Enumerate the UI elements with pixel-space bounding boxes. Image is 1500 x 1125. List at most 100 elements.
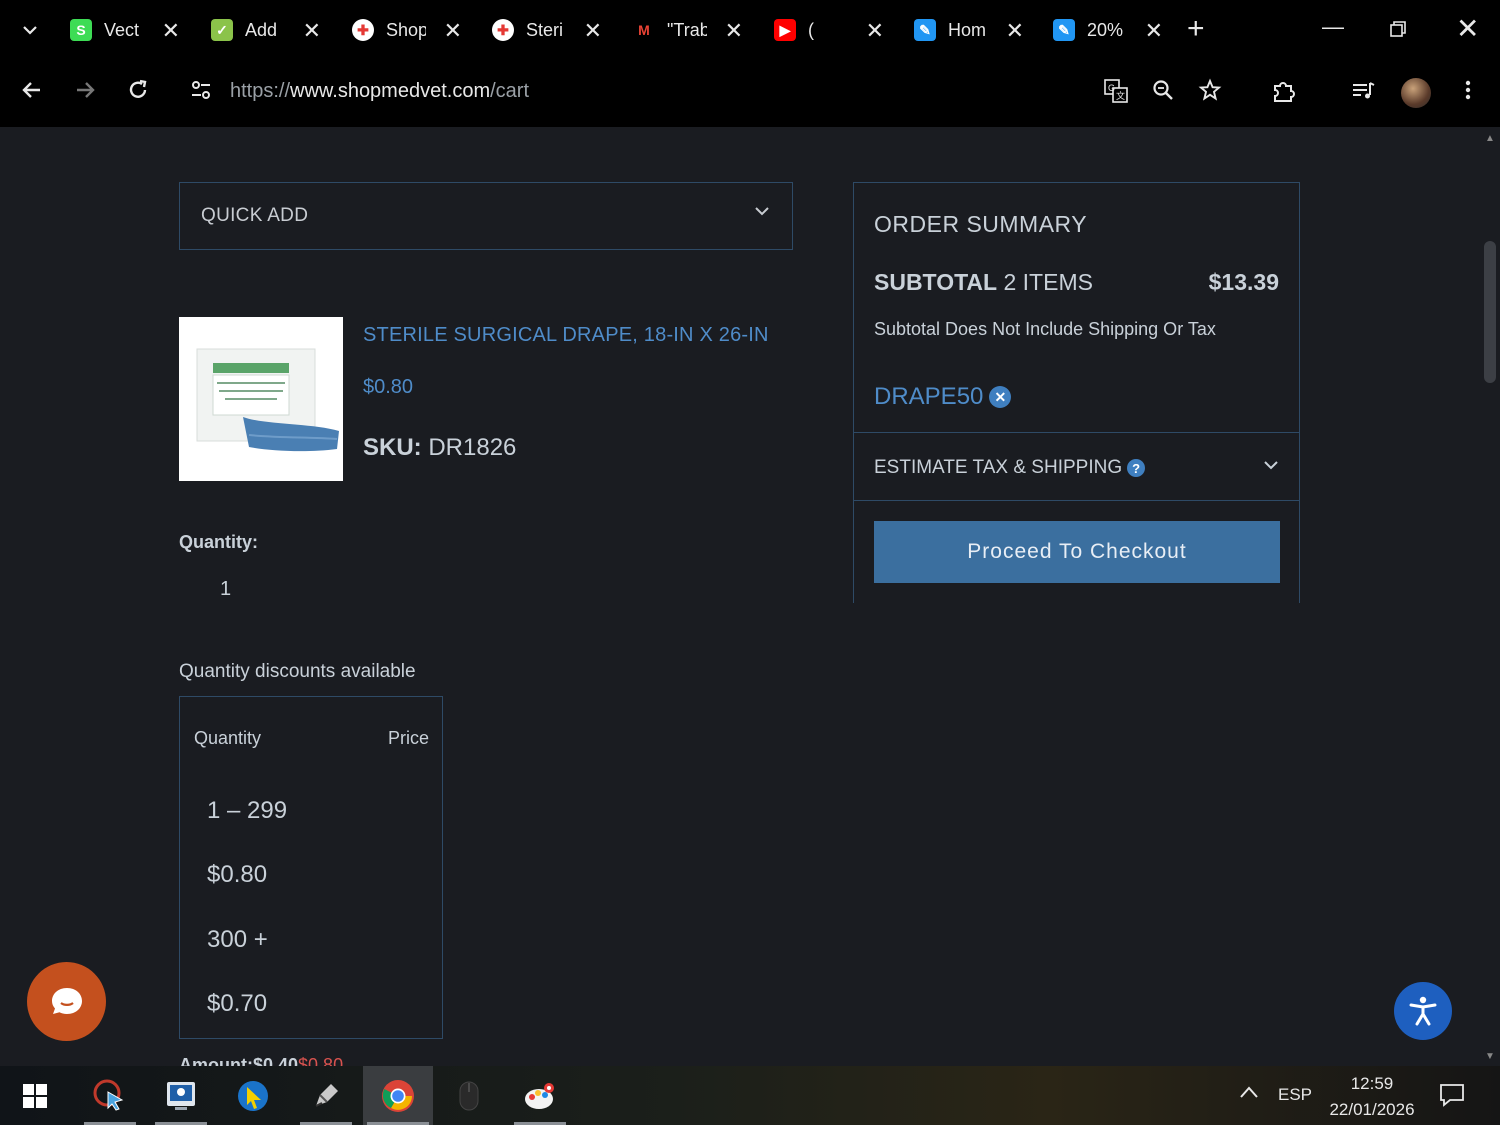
cursor-app-icon[interactable]: [80, 1066, 140, 1125]
tab-close-icon[interactable]: ✕: [584, 18, 602, 44]
pointer-app-icon[interactable]: [223, 1066, 283, 1125]
extensions-puzzle-icon[interactable]: [1271, 78, 1297, 111]
product-price: $0.80: [363, 376, 414, 398]
minimize-icon[interactable]: —: [1322, 14, 1344, 40]
order-summary-panel: ORDER SUMMARY SUBTOTAL 2 ITEMS $13.39 Su…: [853, 182, 1300, 603]
tab-close-icon[interactable]: ✕: [303, 18, 321, 44]
quick-add-dropdown[interactable]: QUICK ADD: [179, 182, 793, 250]
order-summary-title: ORDER SUMMARY: [874, 211, 1088, 237]
paint-app-icon[interactable]: [510, 1066, 570, 1125]
sku-value: DR1826: [428, 434, 517, 461]
close-window-icon[interactable]: ✕: [1456, 12, 1479, 45]
tab-close-icon[interactable]: ✕: [1145, 18, 1163, 44]
scrollbar-thumb[interactable]: [1484, 241, 1496, 383]
tab-title: (: [808, 19, 814, 40]
chat-bubble-icon[interactable]: [27, 962, 106, 1041]
tab-favicon-icon: M: [638, 22, 650, 38]
chevron-down-icon: [754, 203, 770, 221]
chrome-icon[interactable]: [363, 1066, 433, 1125]
tab-favicon-icon: S: [70, 19, 92, 41]
tab-close-icon[interactable]: ✕: [725, 18, 743, 44]
address-bar-url[interactable]: https://www.shopmedvet.com/cart: [230, 80, 529, 103]
cart-page: QUICK ADD STERILE SURGICAL DRAPE, 18-IN …: [0, 127, 1482, 1066]
taskbar-clock[interactable]: 12:59 22/01/2026: [1324, 1071, 1420, 1123]
sku-label: SKU:: [363, 434, 422, 461]
clock-time: 12:59: [1350, 1074, 1394, 1093]
browser-tab-strip: S Vect ✕ ✓ Add ✕ ✚ Shop ✕ ✚ Steri ✕ M "Trab ✕ ▶(✕ ✎ Hom ✕ ✎…: [0, 0, 1500, 60]
quantity-discounts-label: Quantity discounts available: [179, 661, 416, 682]
help-icon[interactable]: ?: [1127, 459, 1146, 477]
tab-favicon-icon: ✚: [352, 19, 374, 41]
browser-tab[interactable]: S Vect ✕: [70, 12, 180, 48]
tab-favicon-icon: ✚: [492, 19, 514, 41]
product-title-link[interactable]: STERILE SURGICAL DRAPE, 18-IN X 26-IN: [363, 324, 769, 347]
media-queue-icon[interactable]: [1350, 78, 1376, 111]
page-scrollbar[interactable]: ▲ ▼: [1482, 127, 1500, 1066]
browser-tab[interactable]: ✎ 20% ✕: [1053, 12, 1163, 48]
windows-taskbar: [0, 1066, 1500, 1125]
pen-tool-icon[interactable]: [296, 1066, 356, 1125]
browser-tab[interactable]: ✎ Hom ✕: [914, 12, 1024, 48]
tab-close-icon[interactable]: ✕: [444, 18, 462, 44]
quantity-discount-table: Quantity Price 1 – 299 $0.80 300 + $0.70: [179, 696, 443, 1039]
browser-tab[interactable]: ✚ Shop ✕: [352, 12, 462, 48]
svg-text:G: G: [1108, 83, 1115, 93]
table-cell: 300 +: [207, 926, 268, 953]
tab-close-icon[interactable]: ✕: [162, 18, 180, 44]
estimate-tax-shipping-toggle[interactable]: ESTIMATE TAX & SHIPPING?: [854, 433, 1299, 501]
back-arrow-icon[interactable]: [20, 78, 44, 107]
url-scheme: https://: [230, 80, 291, 102]
windows-start-icon[interactable]: [5, 1066, 65, 1125]
product-image[interactable]: [179, 317, 343, 481]
zoom-icon[interactable]: [1151, 78, 1175, 109]
url-host: www.shopmedvet.com: [290, 80, 491, 102]
tab-title: Steri: [526, 19, 564, 40]
quantity-label: Quantity:: [179, 532, 258, 552]
forward-arrow-icon[interactable]: [73, 78, 97, 107]
browser-tab[interactable]: ▶ ( ✕: [774, 12, 884, 48]
chevron-down-icon: [1263, 457, 1279, 475]
browser-tab[interactable]: ✓ Add ✕: [211, 12, 321, 48]
table-header-price: Price: [387, 728, 429, 748]
notifications-icon[interactable]: [1438, 1082, 1466, 1113]
amount-original: $0.80: [298, 1055, 344, 1066]
tab-close-icon[interactable]: ✕: [866, 18, 884, 44]
tab-title: 20%: [1087, 19, 1124, 40]
tray-chevron-up-icon[interactable]: [1239, 1084, 1259, 1104]
applied-coupon: DRAPE50 ✕: [874, 383, 1012, 411]
kebab-menu-icon[interactable]: [1458, 78, 1478, 109]
tab-favicon-icon: ✓: [211, 19, 233, 41]
scroll-up-arrow-icon[interactable]: ▲: [1485, 133, 1495, 144]
mouse-app-icon[interactable]: [439, 1066, 499, 1125]
accessibility-icon[interactable]: [1394, 982, 1452, 1040]
tab-favicon-icon: ▶: [774, 19, 796, 41]
coupon-code: DRAPE50: [874, 383, 984, 410]
url-path: /cart: [490, 80, 530, 102]
restore-icon[interactable]: [1389, 18, 1407, 44]
table-cell: $0.70: [207, 990, 268, 1017]
tab-title: Shop: [386, 19, 426, 40]
tab-title: Add: [245, 19, 278, 40]
remove-coupon-icon[interactable]: ✕: [989, 386, 1012, 408]
quick-add-label: QUICK ADD: [201, 205, 309, 226]
quantity-value[interactable]: 1: [220, 578, 231, 601]
new-tab-plus-icon[interactable]: +: [1187, 14, 1205, 44]
bookmark-star-icon[interactable]: [1198, 78, 1222, 109]
reload-icon[interactable]: [126, 78, 150, 107]
tab-close-icon[interactable]: ✕: [1006, 18, 1024, 44]
profile-avatar[interactable]: [1401, 78, 1431, 108]
translate-icon[interactable]: G文: [1103, 78, 1129, 111]
tab-search-chevron-icon[interactable]: [14, 16, 46, 44]
scroll-down-arrow-icon[interactable]: ▼: [1485, 1051, 1495, 1062]
subtotal-row: SUBTOTAL 2 ITEMS: [874, 269, 1093, 296]
browser-tab[interactable]: M "Trab ✕: [633, 12, 743, 48]
site-settings-icon[interactable]: [189, 78, 213, 107]
svg-text:文: 文: [1116, 90, 1125, 101]
proceed-to-checkout-button[interactable]: Proceed To Checkout: [874, 521, 1280, 583]
remote-desktop-icon[interactable]: [151, 1066, 211, 1125]
browser-tab[interactable]: ✚ Steri ✕: [492, 12, 602, 48]
subtotal-value: $13.39: [1208, 269, 1279, 295]
input-language-indicator[interactable]: ESP: [1278, 1085, 1312, 1105]
product-sku: SKU: DR1826: [363, 434, 516, 462]
item-count: 2 ITEMS: [1003, 269, 1093, 295]
